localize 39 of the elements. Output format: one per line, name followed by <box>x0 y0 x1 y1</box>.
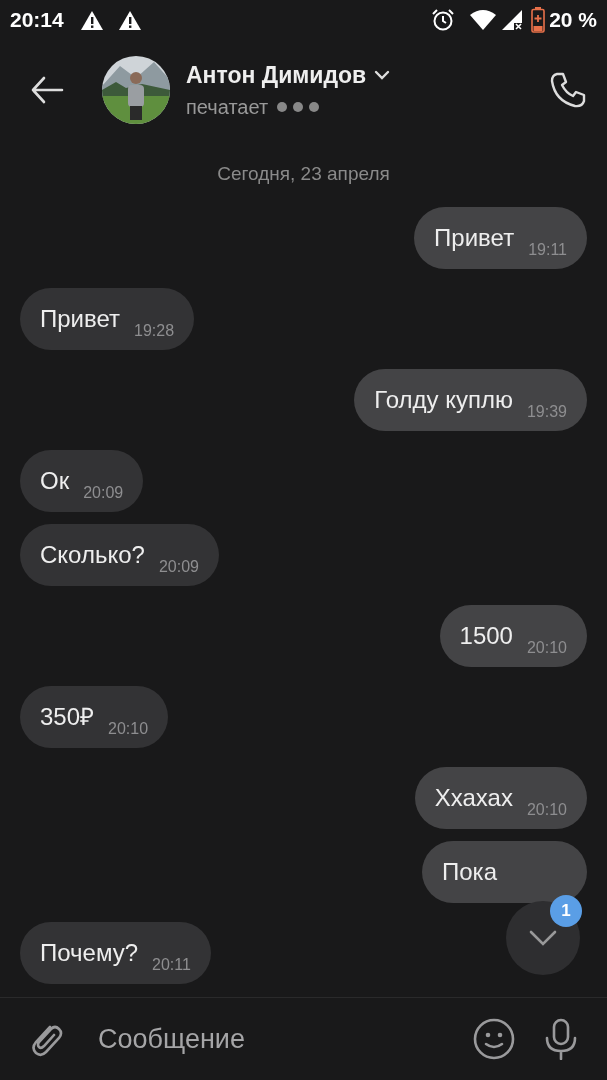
contact-name[interactable]: Антон Димидов <box>186 57 367 93</box>
message-time: 20:09 <box>83 483 124 502</box>
message-time: 19:39 <box>526 402 567 421</box>
warning-icon <box>117 9 142 31</box>
message-text: Ок <box>40 465 70 496</box>
chevron-down-icon <box>529 930 557 946</box>
date-divider: Сегодня, 23 апреля <box>216 162 391 186</box>
microphone-icon[interactable] <box>543 1018 579 1060</box>
typing-dots-icon <box>276 101 321 114</box>
signal-icon <box>501 9 524 31</box>
message-time: 20:10 <box>526 638 567 657</box>
message-text: Привет <box>40 303 121 334</box>
alarm-icon <box>431 8 456 32</box>
message-text: Сколько? <box>40 539 145 570</box>
message-text: Ххахах <box>434 782 513 813</box>
battery-icon <box>531 7 546 33</box>
chevron-down-icon[interactable] <box>374 70 391 80</box>
phone-icon[interactable] <box>549 71 587 109</box>
emoji-icon[interactable] <box>473 1018 515 1060</box>
message-time: 19:28 <box>134 321 175 340</box>
message-time: 20:09 <box>158 557 199 576</box>
unread-count: 1 <box>550 895 582 927</box>
warning-icon <box>79 9 104 31</box>
message-time: 20:11 <box>152 955 191 974</box>
message-text: Почему? <box>40 937 139 968</box>
message-time: 20:10 <box>526 800 567 819</box>
typing-status: печатает <box>186 95 269 121</box>
battery-level: 20 % <box>549 7 597 34</box>
message-time: 19:11 <box>528 240 567 259</box>
message-text: Привет <box>434 222 515 253</box>
message-input[interactable]: Сообщение <box>96 1017 457 1061</box>
message-text: Пока <box>442 856 497 887</box>
message-text: 1500 <box>459 620 513 651</box>
message-text: 350₽ <box>40 701 95 732</box>
message-text: Голду куплю <box>374 384 513 415</box>
back-arrow-icon[interactable] <box>30 76 64 104</box>
message-time: 20:10 <box>108 719 149 738</box>
wifi-icon <box>469 9 498 31</box>
status-time: 20:14 <box>10 7 64 34</box>
